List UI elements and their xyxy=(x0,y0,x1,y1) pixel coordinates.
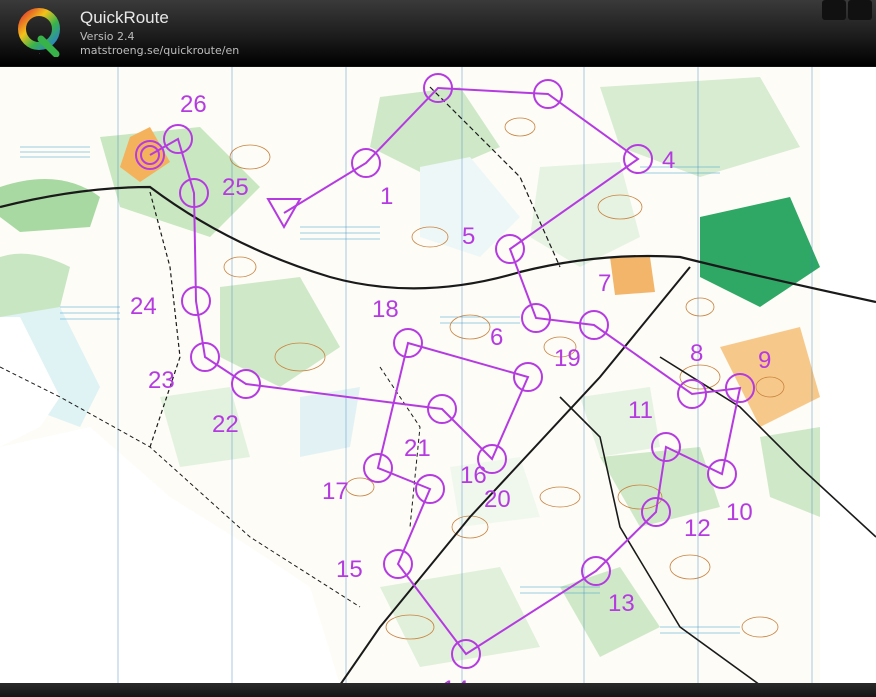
control-label-17: 17 xyxy=(322,478,349,505)
control-label-22: 22 xyxy=(212,411,239,438)
control-label-6: 6 xyxy=(490,324,503,351)
control-label-23: 23 xyxy=(148,367,175,394)
control-label-4: 4 xyxy=(662,147,675,174)
orienteering-map[interactable]: 1 4 5 6 7 8 9 10 11 12 13 14 15 16 17 18… xyxy=(0,67,876,685)
control-label-24: 24 xyxy=(130,293,157,320)
control-label-7: 7 xyxy=(598,270,611,297)
control-label-21: 21 xyxy=(404,435,431,462)
control-label-16: 16 xyxy=(460,462,487,489)
control-label-26: 26 xyxy=(180,91,207,118)
app-version: Versio 2.4 xyxy=(80,30,135,43)
control-label-12: 12 xyxy=(684,515,711,542)
control-label-10: 10 xyxy=(726,499,753,526)
control-label-19: 19 xyxy=(554,345,581,372)
control-label-15: 15 xyxy=(336,556,363,583)
control-label-9: 9 xyxy=(758,347,771,374)
minimize-button[interactable] xyxy=(822,0,846,20)
control-label-18: 18 xyxy=(372,296,399,323)
close-button[interactable] xyxy=(848,0,872,20)
control-label-11: 11 xyxy=(628,397,653,424)
terrain-fill xyxy=(0,67,876,685)
control-label-20: 20 xyxy=(484,486,511,513)
app-title: QuickRoute xyxy=(80,8,169,27)
control-label-1: 1 xyxy=(380,183,393,210)
quickroute-logo: Q xyxy=(18,8,60,57)
title-bar: Q QuickRoute Versio 2.4 matstroeng.se/qu… xyxy=(0,0,876,67)
map-canvas[interactable]: 1 4 5 6 7 8 9 10 11 12 13 14 15 16 17 18… xyxy=(0,67,876,685)
control-label-8: 8 xyxy=(690,340,703,367)
status-bar xyxy=(0,683,876,697)
control-label-5: 5 xyxy=(462,223,475,250)
control-label-13: 13 xyxy=(608,590,635,617)
app-url[interactable]: matstroeng.se/quickroute/en xyxy=(80,44,239,57)
svg-text:Q: Q xyxy=(39,53,40,55)
control-label-25: 25 xyxy=(222,174,249,201)
